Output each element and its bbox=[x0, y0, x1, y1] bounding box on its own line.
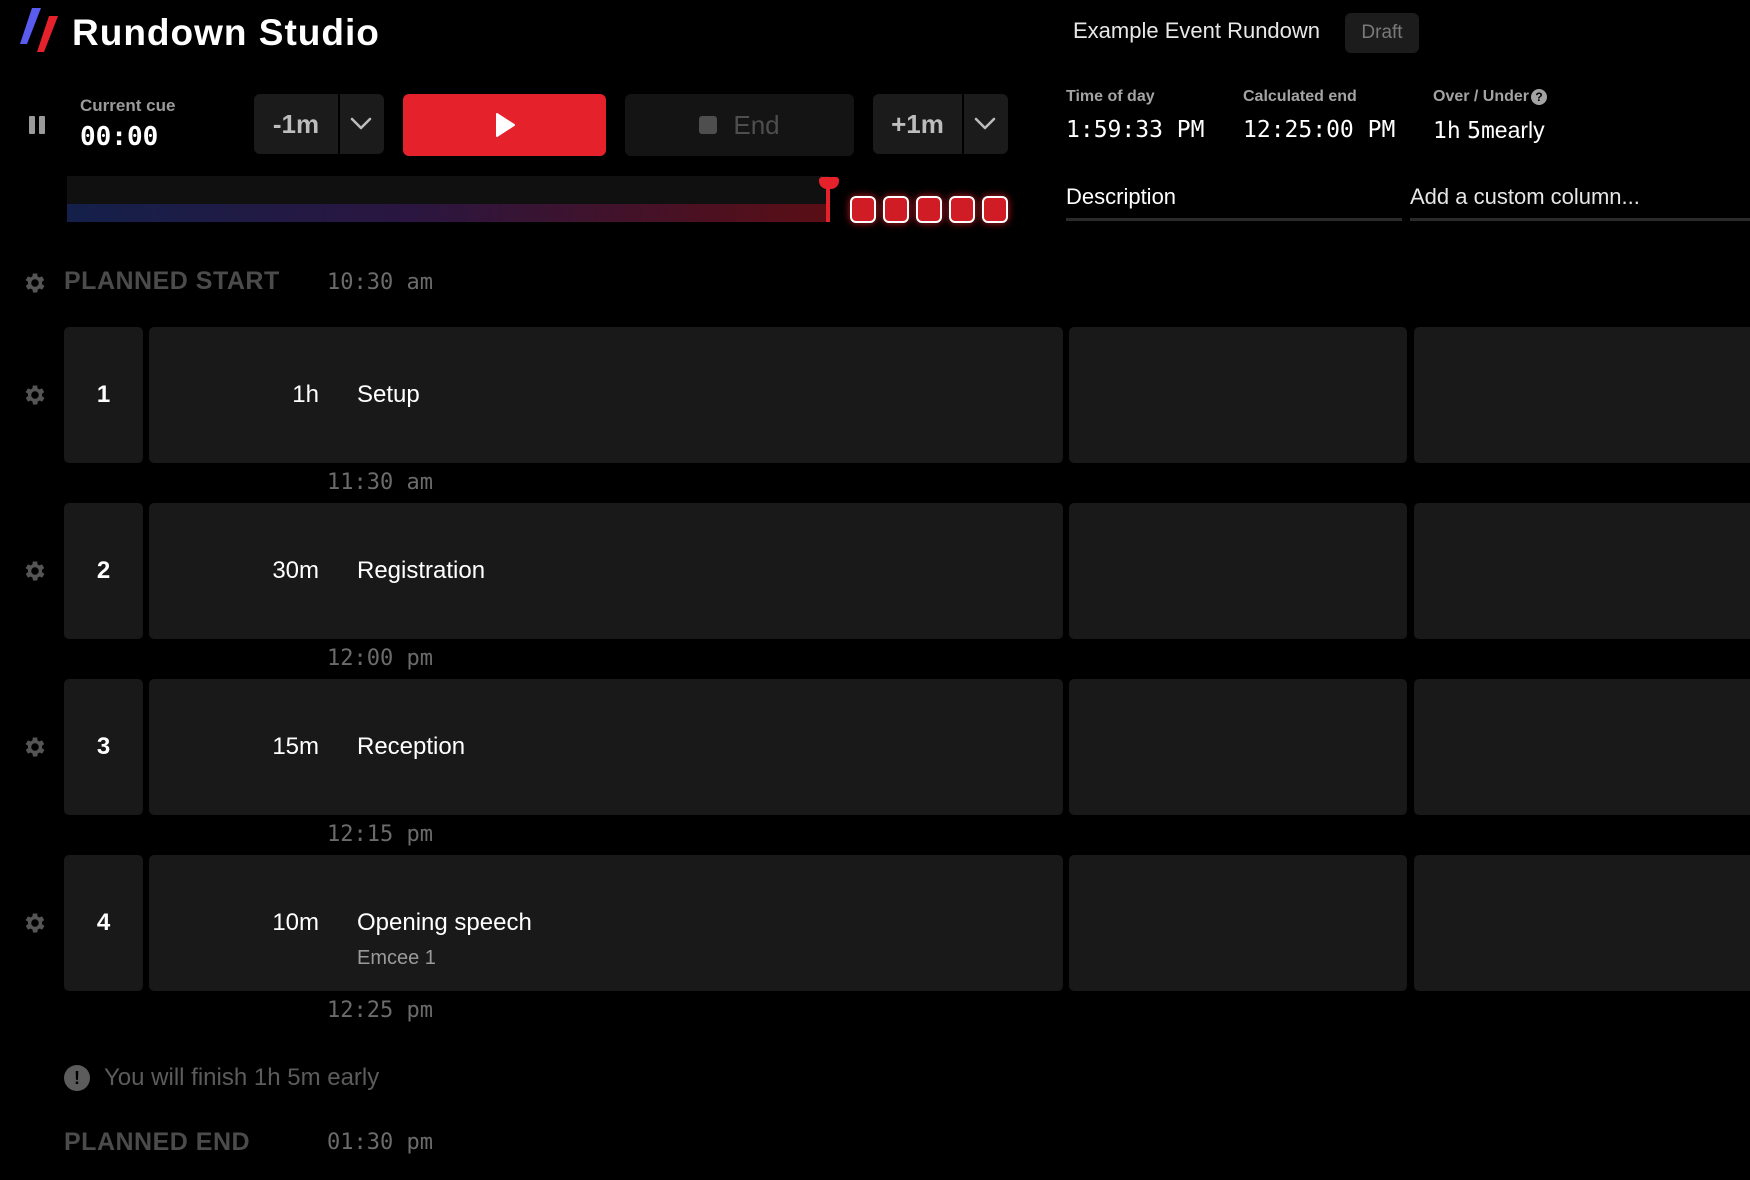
time-of-day-value: 1:59:33 PM bbox=[1066, 117, 1205, 143]
play-button[interactable] bbox=[403, 94, 606, 156]
end-button-label: End bbox=[733, 109, 780, 140]
subtract-minute-button[interactable]: -1m bbox=[254, 94, 338, 154]
over-under-label: Over / Under ? bbox=[1433, 88, 1548, 106]
cue-custom-cell[interactable] bbox=[1414, 503, 1750, 639]
over-under-word: early bbox=[1494, 117, 1545, 143]
cue-custom-cell[interactable] bbox=[1414, 679, 1750, 815]
cue-end-time: 12:25 pm bbox=[327, 998, 433, 1023]
app-title: Rundown Studio bbox=[72, 12, 380, 53]
cue-row[interactable]: 15m Reception bbox=[149, 679, 1063, 815]
overrun-indicator bbox=[850, 196, 1008, 223]
finish-note: ! You will finish 1h 5m early bbox=[64, 1064, 379, 1092]
alert-icon: ! bbox=[64, 1065, 90, 1091]
stop-icon bbox=[699, 116, 718, 134]
play-icon bbox=[495, 113, 515, 137]
cue-description-cell[interactable] bbox=[1069, 503, 1407, 639]
cue-number[interactable]: 1 bbox=[64, 327, 143, 463]
current-cue-label: Current cue bbox=[80, 96, 176, 115]
cue-subtitle[interactable]: Emcee 1 bbox=[357, 947, 436, 970]
chevron-down-icon bbox=[974, 117, 996, 130]
cue-custom-cell[interactable] bbox=[1414, 327, 1750, 463]
cue-end-time: 12:15 pm bbox=[327, 822, 433, 847]
overrun-block bbox=[883, 196, 909, 223]
planned-start-time[interactable]: 10:30 am bbox=[327, 270, 433, 295]
over-under-value: 1h 5mearly bbox=[1433, 117, 1545, 144]
add-minute-dropdown[interactable] bbox=[962, 94, 1006, 154]
overrun-block bbox=[916, 196, 942, 223]
cue-custom-cell[interactable] bbox=[1414, 855, 1750, 991]
event-title[interactable]: Example Event Rundown bbox=[1073, 18, 1320, 44]
gear-icon[interactable] bbox=[22, 910, 48, 936]
progress-fill bbox=[67, 204, 829, 222]
over-under-minutes: 5m bbox=[1467, 118, 1495, 144]
time-of-day-label: Time of day bbox=[1066, 88, 1155, 105]
cue-title[interactable]: Opening speech bbox=[357, 909, 532, 937]
cue-number[interactable]: 4 bbox=[64, 855, 143, 991]
subtract-minute-group: -1m bbox=[254, 94, 384, 154]
cue-duration[interactable]: 10m bbox=[272, 909, 319, 937]
overrun-block bbox=[949, 196, 975, 223]
end-button[interactable]: End bbox=[625, 94, 854, 156]
cue-number[interactable]: 3 bbox=[64, 679, 143, 815]
gear-icon[interactable] bbox=[22, 558, 48, 584]
chevron-down-icon bbox=[350, 117, 372, 130]
cue-duration[interactable]: 15m bbox=[272, 733, 319, 761]
cue-end-time: 11:30 am bbox=[327, 470, 433, 495]
status-badge[interactable]: Draft bbox=[1345, 13, 1419, 53]
cue-end-time: 12:00 pm bbox=[327, 646, 433, 671]
cue-duration[interactable]: 30m bbox=[272, 557, 319, 585]
add-custom-column-input[interactable]: Add a custom column... bbox=[1410, 184, 1750, 221]
gear-icon[interactable] bbox=[22, 270, 48, 296]
planned-end-time[interactable]: 01:30 pm bbox=[327, 1130, 433, 1155]
gear-icon[interactable] bbox=[22, 382, 48, 408]
over-under-hours: 1h bbox=[1433, 118, 1461, 144]
pause-icon[interactable] bbox=[29, 114, 49, 136]
overrun-block bbox=[850, 196, 876, 223]
calculated-end-value: 12:25:00 PM bbox=[1243, 117, 1396, 143]
cue-duration[interactable]: 1h bbox=[292, 381, 319, 409]
cue-description-cell[interactable] bbox=[1069, 327, 1407, 463]
cue-row[interactable]: 1h Setup bbox=[149, 327, 1063, 463]
cue-number[interactable]: 2 bbox=[64, 503, 143, 639]
finish-note-text: You will finish 1h 5m early bbox=[104, 1064, 380, 1091]
cue-title[interactable]: Registration bbox=[357, 557, 485, 585]
cue-title[interactable]: Setup bbox=[357, 381, 420, 409]
cue-row[interactable]: 30m Registration bbox=[149, 503, 1063, 639]
cue-row[interactable]: 10m Opening speech Emcee 1 bbox=[149, 855, 1063, 991]
planned-end-label: PLANNED END bbox=[64, 1128, 251, 1156]
overrun-block bbox=[982, 196, 1008, 223]
add-minute-button[interactable]: +1m bbox=[873, 94, 962, 154]
gear-icon[interactable] bbox=[22, 734, 48, 760]
current-cue-time: 00:00 bbox=[80, 122, 159, 152]
playhead-marker bbox=[826, 178, 830, 222]
app-logo-icon bbox=[20, 8, 58, 52]
cue-description-cell[interactable] bbox=[1069, 855, 1407, 991]
over-under-label-text: Over / Under bbox=[1433, 88, 1530, 105]
planned-start-label: PLANNED START bbox=[64, 267, 280, 295]
calculated-end-label: Calculated end bbox=[1243, 88, 1357, 105]
column-header-description[interactable]: Description bbox=[1066, 184, 1402, 221]
add-minute-group: +1m bbox=[873, 94, 1008, 154]
cue-title[interactable]: Reception bbox=[357, 733, 465, 761]
cue-description-cell[interactable] bbox=[1069, 679, 1407, 815]
subtract-minute-dropdown[interactable] bbox=[338, 94, 382, 154]
progress-bar[interactable] bbox=[67, 176, 829, 222]
help-icon[interactable]: ? bbox=[1531, 89, 1548, 105]
